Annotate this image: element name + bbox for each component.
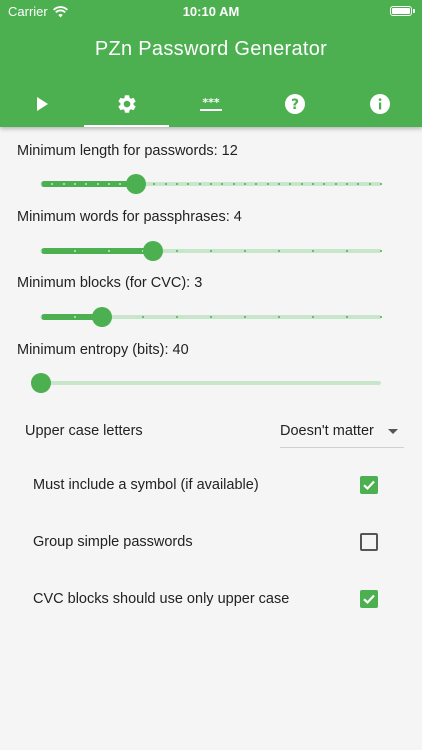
slider-tick [346,316,348,318]
slider-tick [278,183,280,185]
slider-tick [176,316,178,318]
symbol-option-label: Must include a symbol (if available) [33,477,259,493]
slider-tick [278,316,280,318]
min-words-label: Minimum words for passphrases: 4 [17,209,242,225]
slider-tick [108,250,110,252]
slider-track-active [41,248,154,254]
slider-tick [244,250,246,252]
symbol-option-row[interactable]: Must include a symbol (if available) [0,465,422,505]
slider-tick [40,316,42,318]
uppercase-selected-value: Doesn't matter [280,423,374,439]
cvc-uppercase-checkbox[interactable] [360,590,378,608]
slider-thumb[interactable] [126,174,147,194]
min-blocks-slider[interactable] [40,307,382,327]
password-field-icon: *** [200,96,223,111]
tab-settings[interactable] [84,80,170,127]
slider-tick [368,183,371,185]
min-blocks-label: Minimum blocks (for CVC): 3 [17,275,203,291]
min-entropy-label: Minimum entropy (bits): 40 [17,342,189,358]
slider-tick [300,183,303,185]
settings-panel: Minimum length for passwords: 12 Minimum… [0,127,422,750]
slider-tick [176,183,178,185]
slider-tick [40,183,42,185]
tab-help[interactable]: ? [253,80,337,127]
slider-tick [74,183,76,185]
min-length-slider[interactable] [40,174,382,194]
slider-thumb[interactable] [31,373,51,393]
slider-tick [266,183,269,185]
svg-text:?: ? [291,97,299,113]
min-length-label: Minimum length for passwords: 12 [17,143,238,159]
slider-track-active [41,181,137,187]
uppercase-label: Upper case letters [25,423,143,439]
slider-thumb[interactable] [92,307,113,327]
slider-tick [244,316,246,318]
slider-tick [278,250,280,252]
group-option-row[interactable]: Group simple passwords [0,522,422,562]
slider-tick [210,316,212,318]
slider-tick [380,316,382,318]
svg-text:***: *** [202,96,220,109]
slider-tick [210,183,212,185]
group-checkbox[interactable] [360,533,378,551]
tab-generate[interactable] [0,80,84,127]
checkmark-icon [363,480,375,491]
slider-tick [312,250,314,252]
slider-tick [244,183,246,185]
slider-tick [176,250,178,252]
app-bar: Carrier 10:10 AM PZn Password Generator [0,0,422,127]
slider-tick [210,250,212,252]
cvc-uppercase-option-row[interactable]: CVC blocks should use only upper case [0,579,422,619]
slider-tick [74,250,76,252]
checkmark-icon [363,594,375,605]
group-option-label: Group simple passwords [33,534,193,550]
symbol-checkbox[interactable] [360,476,378,494]
slider-tick [62,183,65,185]
slider-track [41,381,381,385]
play-icon [37,96,49,111]
caret-down-icon [388,429,398,434]
slider-tick [108,183,110,185]
slider-tick [142,316,144,318]
slider-tick [380,183,382,185]
slider-thumb[interactable] [143,241,164,261]
cvc-uppercase-option-label: CVC blocks should use only upper case [33,591,290,607]
slider-tick [346,250,348,252]
slider-tick [74,316,76,318]
min-words-slider[interactable] [40,241,382,261]
battery-icon [390,6,415,16]
slider-tick [380,250,382,252]
slider-tick [312,316,314,318]
slider-tick [312,183,314,185]
slider-tick [40,250,42,252]
uppercase-dropdown[interactable]: Doesn't matter [280,415,404,448]
status-time: 10:10 AM [182,4,240,19]
info-icon [369,93,390,114]
tab-passwords[interactable]: *** [169,80,253,127]
status-bar: Carrier 10:10 AM [0,0,422,24]
slider-tick [164,183,167,185]
page-title: PZn Password Generator [94,38,328,60]
tab-bar: *** ? [0,80,422,127]
slider-tick [346,183,348,185]
slider-tick [96,183,99,185]
slider-tick [334,183,337,185]
slider-tick [198,183,201,185]
help-icon: ? [285,93,306,114]
battery-level [392,8,410,14]
min-entropy-slider[interactable] [31,373,381,393]
tab-info[interactable] [338,80,422,127]
slider-tick [232,183,235,185]
gear-icon [118,94,136,113]
